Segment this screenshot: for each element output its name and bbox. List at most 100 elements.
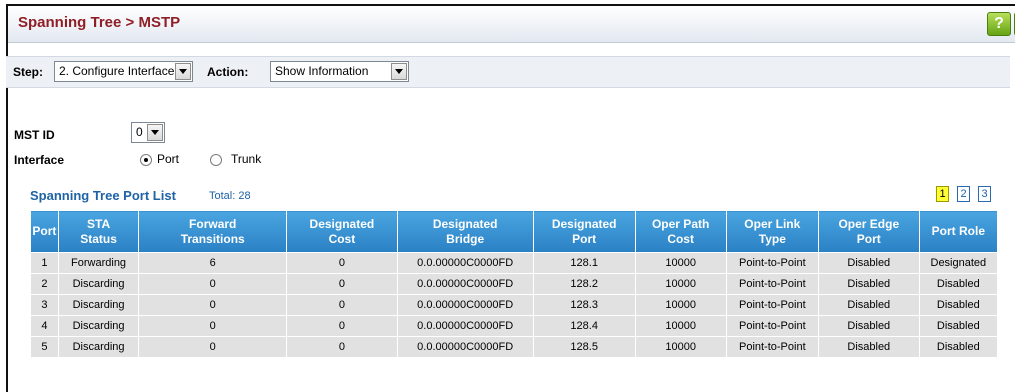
table-row: 3 Discarding 0 0 0.0.00000C0000FD 128.3 10000 P…: [30, 294, 999, 316]
action-label: Action:: [207, 65, 249, 79]
cell-oper-path-cost: 10000: [634, 273, 727, 295]
port-table: Port STA Status Forward Transitions Designate…: [30, 210, 999, 358]
cell-designated-cost: 0: [286, 315, 398, 337]
column-header-text: Designated: [309, 216, 375, 231]
cell-oper-link-type: Point-to-Point: [725, 252, 819, 274]
help-icon[interactable]: ?: [987, 12, 1011, 36]
cell-designated-port: 128.4: [532, 315, 636, 337]
column-header-text: Designated: [551, 216, 617, 231]
cell-designated-cost: 0: [286, 336, 398, 358]
cell-designated-cost: 0: [286, 294, 398, 316]
cell-designated-port: 128.3: [532, 294, 636, 316]
cell-designated-cost: 0: [286, 273, 398, 295]
cell-oper-link-type: Point-to-Point: [725, 336, 819, 358]
cell-port: 4: [30, 315, 59, 337]
cell-sta-status: Discarding: [57, 273, 140, 295]
cell-oper-edge-port: Disabled: [817, 294, 920, 316]
column-header-text: Bridge: [446, 231, 485, 246]
column-header-sta-status: STA Status: [57, 210, 140, 253]
page-link-1[interactable]: 1: [936, 186, 949, 202]
step-label: Step:: [13, 65, 43, 79]
cell-port-role: Disabled: [918, 294, 999, 316]
page-title: Spanning Tree > MSTP: [18, 14, 181, 31]
chevron-down-icon[interactable]: [147, 124, 163, 141]
cell-forward-transitions: 0: [138, 336, 288, 358]
step-action-bar: Step: 2. Configure Interface Action: Sho…: [6, 56, 1010, 88]
page-link-2[interactable]: 2: [957, 186, 970, 202]
cell-oper-path-cost: 10000: [634, 336, 727, 358]
cell-oper-path-cost: 10000: [634, 252, 727, 274]
table-row: 1 Forwarding 6 0 0.0.00000C0000FD 128.1 10000 P…: [30, 252, 999, 274]
cell-oper-edge-port: Disabled: [817, 252, 920, 274]
cell-sta-status: Discarding: [57, 294, 140, 316]
cell-designated-cost: 0: [286, 252, 398, 274]
column-header-oper-edge-port: Oper Edge Port: [817, 210, 920, 253]
port-list-total: Total: 28: [209, 190, 251, 202]
cell-designated-bridge: 0.0.00000C0000FD: [396, 315, 534, 337]
column-header-designated-bridge: Designated Bridge: [396, 210, 534, 253]
column-header-text: Port: [856, 231, 881, 246]
cell-port-role: Designated: [918, 252, 999, 274]
column-header-text: Port: [32, 224, 57, 238]
interface-trunk-label: Trunk: [231, 152, 262, 166]
column-header-text: Cost: [328, 231, 356, 246]
cell-sta-status: Discarding: [57, 315, 140, 337]
cell-oper-link-type: Point-to-Point: [725, 294, 819, 316]
column-header-text: Forward: [189, 216, 237, 231]
cell-port: 2: [30, 273, 59, 295]
column-header-designated-cost: Designated Cost: [286, 210, 398, 253]
cell-oper-edge-port: Disabled: [817, 315, 920, 337]
page-link-3[interactable]: 3: [978, 186, 991, 202]
cell-oper-edge-port: Disabled: [817, 273, 920, 295]
cell-port-role: Disabled: [918, 336, 999, 358]
chevron-down-icon[interactable]: [175, 63, 191, 80]
mst-id-value: 0: [136, 125, 143, 139]
column-header-oper-link-type: Oper Link Type: [725, 210, 819, 253]
mst-id-label: MST ID: [14, 128, 55, 142]
cell-designated-bridge: 0.0.00000C0000FD: [396, 336, 534, 358]
cell-designated-port: 128.5: [532, 336, 636, 358]
cell-oper-path-cost: 10000: [634, 315, 727, 337]
mst-id-select[interactable]: 0: [131, 122, 165, 143]
column-header-text: Cost: [667, 231, 694, 246]
step-select[interactable]: 2. Configure Interface: [54, 61, 193, 82]
cell-oper-link-type: Point-to-Point: [725, 315, 819, 337]
page-header: Spanning Tree > MSTP ?: [8, 6, 1015, 43]
action-select[interactable]: Show Information: [270, 61, 409, 82]
cell-designated-bridge: 0.0.00000C0000FD: [396, 273, 534, 295]
table-row: 5 Discarding 0 0 0.0.00000C0000FD 128.5 10000 P…: [30, 336, 999, 358]
cell-oper-path-cost: 10000: [634, 294, 727, 316]
cell-port: 3: [30, 294, 59, 316]
action-select-value: Show Information: [275, 64, 369, 78]
column-header-oper-path-cost: Oper Path Cost: [634, 210, 727, 253]
cell-sta-status: Forwarding: [57, 252, 140, 274]
cell-port-role: Disabled: [918, 273, 999, 295]
column-header-text: Oper Path: [651, 216, 710, 231]
chevron-down-icon[interactable]: [391, 63, 407, 80]
cell-designated-bridge: 0.0.00000C0000FD: [396, 252, 534, 274]
column-header-text: Port: [572, 231, 597, 246]
column-header-forward-transitions: Forward Transitions: [138, 210, 288, 253]
column-header-text: Type: [758, 231, 786, 246]
interface-port-label: Port: [157, 152, 180, 166]
cell-port: 5: [30, 336, 59, 358]
column-header-text: Status: [80, 231, 117, 246]
interface-trunk-radio[interactable]: [210, 154, 222, 166]
interface-port-radio[interactable]: [140, 154, 152, 166]
step-select-value: 2. Configure Interface: [59, 64, 175, 78]
cell-port: 1: [30, 252, 59, 274]
cell-oper-edge-port: Disabled: [817, 336, 920, 358]
table-header-row: Port STA Status Forward Transitions Designate…: [30, 210, 999, 253]
port-list-title: Spanning Tree Port List: [30, 188, 176, 203]
cell-forward-transitions: 0: [138, 294, 288, 316]
column-header-text: Transitions: [180, 231, 245, 246]
cell-forward-transitions: 0: [138, 315, 288, 337]
cell-sta-status: Discarding: [57, 336, 140, 358]
column-header-port-role: Port Role: [918, 210, 999, 253]
table-row: 4 Discarding 0 0 0.0.00000C0000FD 128.4 10000 P…: [30, 315, 999, 337]
column-header-port: Port: [30, 210, 59, 253]
column-header-text: Oper Edge: [838, 216, 900, 231]
cell-oper-link-type: Point-to-Point: [725, 273, 819, 295]
cell-designated-port: 128.1: [532, 252, 636, 274]
column-header-text: STA: [87, 216, 111, 231]
